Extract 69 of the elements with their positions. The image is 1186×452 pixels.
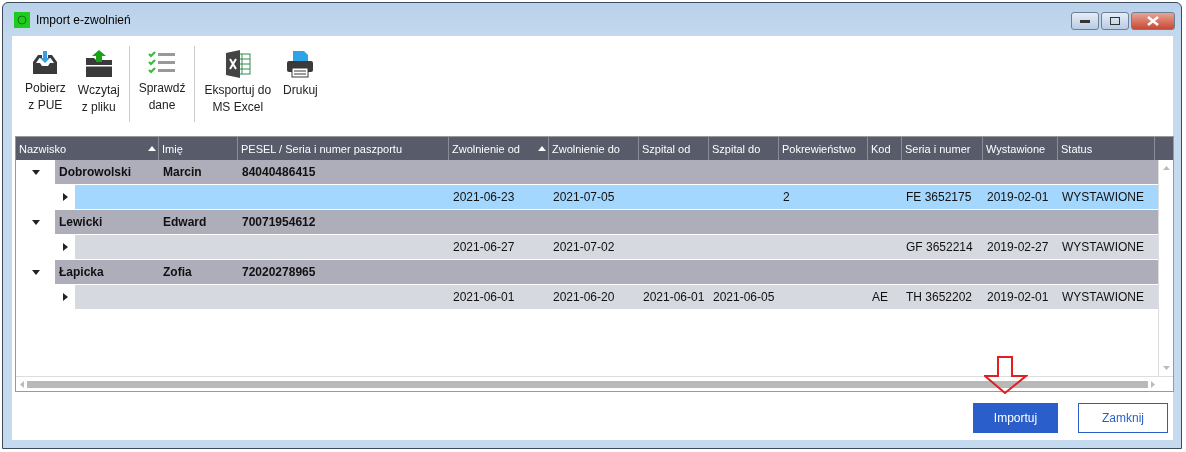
record-row[interactable]: 2021-06-23 2021-07-05 2 FE 3652175 2019-02-01 WYSTAWIONE bbox=[75, 185, 1158, 209]
surname-cell-text: Dobrowolski bbox=[58, 164, 132, 181]
first-name-cell-text: Edward bbox=[162, 214, 208, 231]
close-dialog-button[interactable]: Zamknij bbox=[1078, 403, 1168, 433]
group-row[interactable]: Łapicka Zofia 72020278965 bbox=[16, 260, 1158, 285]
expand-icon bbox=[61, 243, 69, 251]
annotation-arrow bbox=[984, 356, 1028, 394]
table-cell: WYSTAWIONE bbox=[1062, 240, 1144, 254]
table-cell: 2021-07-05 bbox=[553, 190, 615, 204]
spreadsheet-icon bbox=[224, 50, 251, 78]
collapse-icon bbox=[31, 168, 40, 176]
table-cell: 2021-06-01 bbox=[453, 290, 515, 304]
table-cell: TH 3652202 bbox=[906, 290, 973, 304]
close-button[interactable] bbox=[1131, 12, 1175, 30]
table-cell: WYSTAWIONE bbox=[1062, 290, 1144, 304]
table-cell: 2021-06-01 bbox=[643, 290, 705, 304]
table-cell: GF 3652214 bbox=[906, 240, 973, 254]
table-cell: 2021-07-02 bbox=[553, 240, 615, 254]
table-cell: AE bbox=[872, 290, 888, 304]
printer-icon bbox=[285, 50, 316, 78]
collapse-icon bbox=[31, 268, 40, 276]
window-title: Import e-zwolnień bbox=[36, 12, 131, 27]
pesel-cell-text: 72020278965 bbox=[241, 264, 317, 281]
toolbar-button[interactable]: Sprawdź dane bbox=[132, 46, 192, 118]
record-row[interactable]: 2021-06-27 2021-07-02 GF 3652214 2019-02-27 WYSTAWIONE bbox=[75, 235, 1158, 259]
minimize-button[interactable] bbox=[1071, 12, 1099, 30]
expand-icon bbox=[61, 293, 69, 301]
table-cell: 2021-06-27 bbox=[453, 240, 515, 254]
table-cell: 2021-06-05 bbox=[713, 290, 775, 304]
table-cell: 2 bbox=[783, 190, 790, 204]
toolbar-button[interactable]: Drukuj bbox=[277, 46, 324, 103]
toolbar-button[interactable]: Pobierz z PUE bbox=[19, 46, 72, 118]
group-row[interactable]: Dobrowolski Marcin 84040486415 bbox=[16, 160, 1158, 185]
table-cell: 2019-02-27 bbox=[987, 240, 1049, 254]
table-cell: FE 3652175 bbox=[906, 190, 972, 204]
vertical-scrollbar[interactable] bbox=[1158, 160, 1173, 376]
first-name-cell-text: Marcin bbox=[162, 164, 203, 181]
close-icon bbox=[1147, 16, 1159, 26]
table-cell: 2019-02-01 bbox=[987, 190, 1049, 204]
maximize-button[interactable] bbox=[1101, 12, 1129, 30]
folder-upload-icon bbox=[83, 50, 114, 78]
scroll-right-icon[interactable] bbox=[1151, 380, 1155, 388]
record-row[interactable]: 2021-06-01 2021-06-20 2021-06-01 2021-06-05 AE TH 3652202 2019-02-01 WYSTAWIONE bbox=[75, 285, 1158, 309]
toolbar-button[interactable]: Eksportuj do MS Excel bbox=[198, 46, 278, 120]
scroll-up-icon[interactable] bbox=[1162, 166, 1170, 170]
sort-icon bbox=[538, 146, 546, 151]
minimize-icon bbox=[1080, 19, 1090, 23]
table-cell: 2019-02-01 bbox=[987, 290, 1049, 304]
sort-icon bbox=[148, 146, 156, 151]
pesel-cell-text: 84040486415 bbox=[241, 164, 317, 181]
table-cell: WYSTAWIONE bbox=[1062, 190, 1144, 204]
maximize-icon bbox=[1110, 17, 1120, 25]
expand-icon bbox=[61, 193, 69, 201]
pesel-cell-text: 70071954612 bbox=[241, 214, 317, 231]
surname-cell-text: Lewicki bbox=[58, 214, 104, 231]
import-button[interactable]: Importuj bbox=[973, 403, 1058, 433]
toolbar-button[interactable]: Wczytaj z pliku bbox=[71, 46, 126, 120]
scroll-thumb[interactable] bbox=[27, 380, 1148, 388]
collapse-icon bbox=[31, 218, 40, 226]
scroll-down-icon[interactable] bbox=[1162, 366, 1170, 370]
first-name-cell-text: Zofia bbox=[162, 264, 193, 281]
group-row[interactable]: Lewicki Edward 70071954612 bbox=[16, 210, 1158, 235]
surname-cell-text: Łapicka bbox=[58, 264, 105, 281]
table-cell: 2021-06-20 bbox=[553, 290, 615, 304]
horizontal-scrollbar[interactable] bbox=[16, 376, 1173, 391]
scroll-left-icon[interactable] bbox=[20, 380, 24, 388]
checklist-icon bbox=[148, 50, 177, 76]
app-icon bbox=[14, 11, 30, 28]
table-cell: 2021-06-23 bbox=[453, 190, 515, 204]
